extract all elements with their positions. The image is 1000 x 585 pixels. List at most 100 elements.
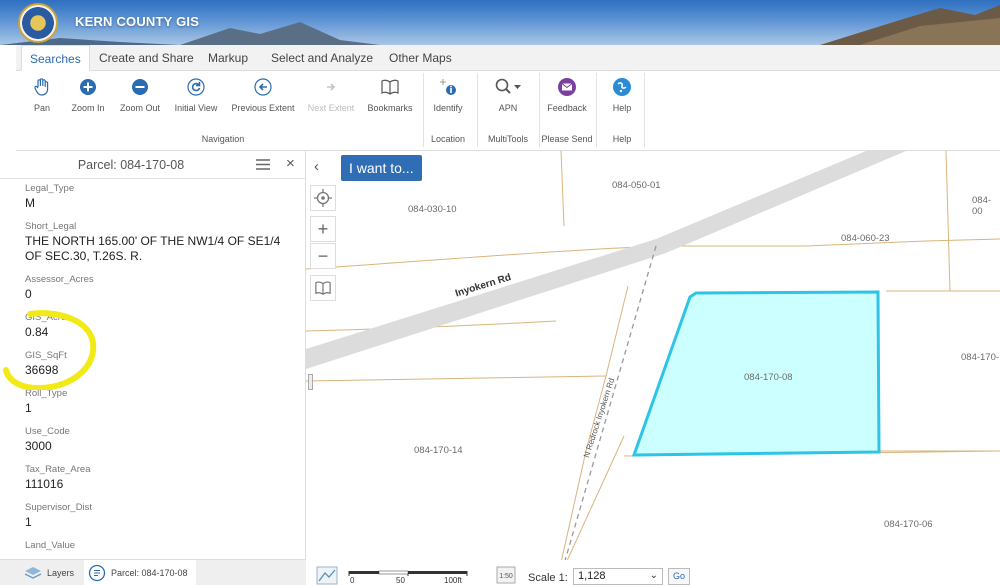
parcel-label-084-030-10: 084-030-10 [408, 204, 457, 215]
parcel-label-084-170-08: 084-170-08 [744, 372, 793, 383]
county-seal-logo[interactable] [18, 3, 58, 43]
map-status-bar: 0 50 100ft 1:50 Scale 1: 1,128 ⌄ Go [306, 560, 1000, 585]
arrow-right-icon [327, 83, 336, 91]
tab-searches[interactable]: Searches [21, 45, 90, 71]
layers-tab[interactable]: Layers [24, 560, 80, 585]
attribute-key: GIS_Acres [25, 312, 71, 323]
help-button[interactable]: Help [603, 77, 641, 113]
help-globe-icon [613, 78, 631, 96]
attribute-value: 1 [25, 515, 32, 529]
scale-tick-100ft: 100ft [444, 576, 462, 585]
app-window: KERN COUNTY GIS Searches Create and Shar… [0, 0, 1000, 585]
crosshair-icon [314, 189, 332, 207]
pan-button[interactable]: Pan [26, 77, 58, 113]
attribute-key: GIS_SqFt [25, 350, 67, 361]
panel-resize-handle[interactable] [308, 374, 313, 390]
attribute-key: Legal_Type [25, 183, 75, 194]
tab-markup[interactable]: Markup [208, 45, 248, 71]
map-view[interactable]: ‹ I want to... + − 084-050-01 084-030-10… [306, 151, 1000, 585]
zoom-in-button[interactable]: Zoom In [68, 77, 108, 113]
attribute-key: Assessor_Acres [25, 274, 94, 285]
attribute-row: Assessor_Acres 0 [25, 274, 300, 302]
help-label: Help [612, 103, 632, 113]
layers-icon [24, 567, 42, 579]
scale-label: Scale 1: [528, 572, 568, 584]
scale-go-button[interactable]: Go [668, 568, 690, 585]
hand-icon [34, 78, 49, 96]
panel-header: Parcel: 084-170-08 × [0, 151, 306, 179]
parcel-tab-label: Parcel: 084-170-08 [111, 568, 188, 578]
attribute-value: 0.84 [25, 325, 49, 339]
scale-icon[interactable]: 1:50 [496, 566, 516, 584]
feedback-button[interactable]: Feedback [542, 77, 592, 113]
list-search-icon [88, 564, 106, 582]
attribute-value: 0 [25, 287, 32, 301]
locate-button[interactable] [310, 185, 336, 211]
attribute-row: Supervisor_Dist 1 [25, 502, 300, 530]
arrow-left-icon [254, 78, 272, 96]
app-title: KERN COUNTY GIS [75, 14, 200, 29]
attribute-key: Supervisor_Dist [25, 502, 93, 513]
parcel-label-084-170-06: 084-170-06 [884, 519, 933, 530]
magnifier-dropdown-icon [495, 78, 521, 94]
panel-footer-tabs: Layers Parcel: 084-170-08 [0, 559, 306, 585]
tab-select-and-analyze[interactable]: Select and Analyze [271, 45, 373, 71]
overview-map-icon[interactable] [316, 566, 338, 585]
scale-tick-50: 50 [396, 576, 405, 585]
map-bookmarks-button[interactable] [310, 275, 336, 301]
attribute-row: Tax_Rate_Area 111016 [25, 464, 300, 492]
previous-extent-label: Previous Extent [231, 103, 295, 113]
scale-value: 1,128 [578, 570, 606, 582]
tab-other-maps[interactable]: Other Maps [389, 45, 452, 71]
please-send-group-label: Please Send [541, 134, 593, 144]
identify-button[interactable]: Identify [428, 77, 468, 113]
next-extent-button[interactable]: Next Extent [304, 77, 358, 113]
chevron-down-icon: ⌄ [649, 570, 658, 581]
help-group-label: Help [612, 134, 632, 144]
attribute-key: Land_Value [25, 540, 76, 551]
map-zoom-in-button[interactable]: + [310, 216, 336, 242]
envelope-icon [558, 78, 576, 96]
map-zoom-out-button[interactable]: − [310, 243, 336, 269]
parcel-label-084-050-01: 084-050-01 [612, 180, 661, 191]
bookmarks-button[interactable]: Bookmarks [366, 77, 414, 113]
previous-extent-button[interactable]: Previous Extent [230, 77, 296, 113]
parcel-label-084-170-partial: 084-170- [961, 352, 1000, 363]
attribute-key: Short_Legal [25, 221, 77, 232]
minus-circle-icon [132, 79, 148, 95]
attribute-value: 36698 [25, 363, 59, 377]
ribbon-tabs: Searches Create and Share Markup Select … [16, 45, 1000, 71]
zoom-in-label: Zoom In [71, 103, 105, 113]
i-want-to-button[interactable]: I want to... [341, 155, 422, 181]
book-icon [381, 79, 399, 95]
attribute-key: Roll_Type [25, 388, 68, 399]
tab-create-and-share[interactable]: Create and Share [99, 45, 194, 71]
apn-label: APN [498, 103, 518, 113]
parcel-label-084-060-23: 084-060-23 [841, 233, 890, 244]
attribute-row: Short_Legal THE NORTH 165.00' OF THE NW1/… [25, 221, 300, 264]
identify-info-icon [440, 79, 456, 95]
attribute-value: 3000 [25, 439, 52, 453]
scale-select[interactable]: 1,128 ⌄ [573, 568, 663, 585]
scale-tick-0: 0 [350, 576, 355, 585]
attribute-row: GIS_SqFt 36698 [25, 350, 300, 378]
book-icon [315, 281, 331, 295]
parcel-label-084-00: 084-00 [972, 195, 992, 217]
parcel-label-084-170-14: 084-170-14 [414, 445, 463, 456]
parcel-tab[interactable]: Parcel: 084-170-08 [84, 560, 196, 585]
attribute-value: 111016 [25, 477, 64, 491]
panel-title: Parcel: 084-170-08 [77, 158, 185, 172]
location-group-label: Location [430, 134, 466, 144]
zoom-out-button[interactable]: Zoom Out [116, 77, 164, 113]
collapse-panel-chevron-icon[interactable]: ‹ [314, 158, 319, 175]
apn-button[interactable]: APN [484, 77, 532, 113]
bookmarks-label: Bookmarks [367, 103, 413, 113]
pan-label: Pan [33, 103, 50, 113]
initial-view-button[interactable]: Initial View [172, 77, 220, 113]
attribute-value: M [25, 196, 35, 210]
minus-icon: − [317, 245, 329, 266]
close-icon[interactable]: × [286, 155, 295, 172]
attribute-row: GIS_Acres 0.84 [25, 312, 300, 340]
menu-icon[interactable] [256, 159, 270, 170]
feedback-label: Feedback [547, 103, 587, 113]
